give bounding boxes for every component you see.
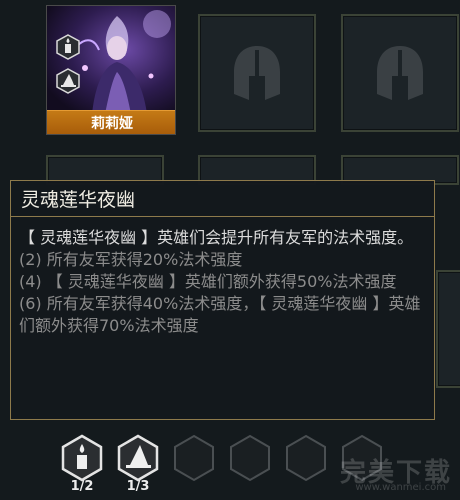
witch-hat-icon bbox=[56, 68, 80, 94]
watermark-url: www.wanmei.com bbox=[355, 482, 446, 493]
helmet-icon bbox=[377, 46, 423, 100]
champion-card-lillia[interactable]: 莉莉娅 bbox=[46, 5, 176, 135]
trait-tier-2: (2) 所有友军获得20%法术强度 bbox=[19, 250, 243, 269]
empty-champion-slot[interactable] bbox=[436, 270, 460, 388]
helmet-icon bbox=[234, 46, 280, 100]
synergy-empty bbox=[172, 434, 216, 482]
synergy-witch-hat[interactable] bbox=[116, 434, 160, 482]
synergy-count: 1/3 bbox=[126, 479, 150, 494]
trait-tier-4: (4) 【 灵魂莲华夜幽 】英雄们额外获得50%法术强度 bbox=[19, 272, 397, 291]
witch-hat-icon bbox=[117, 434, 159, 482]
trait-tier-6: (6) 所有友军获得40%法术强度，【 灵魂莲华夜幽 】英雄们额外获得70%法术… bbox=[19, 294, 421, 335]
empty-hex-icon bbox=[286, 434, 326, 482]
empty-hex-icon bbox=[230, 434, 270, 482]
trait-tooltip: 灵魂莲华夜幽 【 灵魂莲华夜幽 】英雄们会提升所有友军的法术强度。 (2) 所有… bbox=[10, 180, 435, 420]
champion-name-label: 莉莉娅 bbox=[47, 110, 175, 134]
trait-description: 【 灵魂莲华夜幽 】英雄们会提升所有友军的法术强度。 bbox=[19, 228, 414, 247]
synergy-candle[interactable] bbox=[60, 434, 104, 482]
tooltip-title: 灵魂莲华夜幽 bbox=[11, 181, 434, 217]
tooltip-body: 【 灵魂莲华夜幽 】英雄们会提升所有友军的法术强度。 (2) 所有友军获得20%… bbox=[11, 227, 434, 337]
candle-icon bbox=[61, 434, 103, 482]
synergy-empty bbox=[228, 434, 272, 482]
empty-champion-slot[interactable] bbox=[341, 14, 459, 132]
candle-icon bbox=[56, 34, 80, 60]
empty-champion-slot[interactable] bbox=[198, 14, 316, 132]
champion-portrait bbox=[47, 6, 175, 114]
synergy-count: 1/2 bbox=[70, 479, 94, 494]
empty-hex-icon bbox=[174, 434, 214, 482]
synergy-empty bbox=[284, 434, 328, 482]
